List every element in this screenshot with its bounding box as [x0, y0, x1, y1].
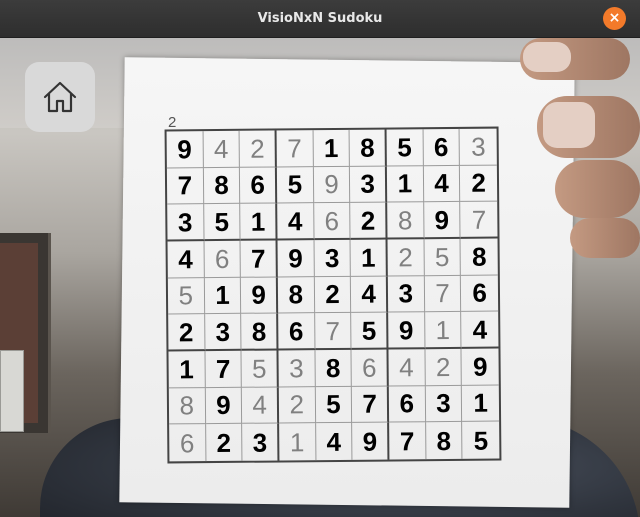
sudoku-cell: 9 [277, 240, 315, 278]
sudoku-cell: 6 [388, 385, 426, 423]
sudoku-cell: 1 [313, 129, 351, 167]
sudoku-cell: 4 [203, 130, 241, 168]
sudoku-cell: 4 [388, 349, 426, 387]
sudoku-cell: 1 [424, 312, 462, 350]
sudoku-cell: 2 [387, 239, 425, 277]
sudoku-cell: 5 [424, 238, 462, 276]
sudoku-cell: 5 [203, 204, 241, 242]
sudoku-cell: 5 [473, 425, 489, 456]
sudoku-cell: 7 [352, 386, 390, 424]
sudoku-cell: 2 [460, 165, 498, 203]
sudoku-grid: 9427185637865931423514628974679312585198… [164, 126, 502, 464]
background-appliance [0, 350, 24, 432]
sudoku-cell: 8 [387, 202, 425, 240]
sudoku-cell: 7 [424, 275, 462, 313]
sudoku-cell: 5 [241, 350, 279, 388]
sudoku-cell: 6 [278, 313, 316, 351]
sudoku-cell: 5 [167, 277, 205, 315]
sudoku-cell: 8 [241, 313, 279, 351]
sudoku-cell: 2 [205, 424, 243, 462]
sudoku-cell: 7 [240, 240, 278, 278]
sudoku-cell: 4 [167, 241, 205, 279]
sudoku-cell: 7 [166, 167, 204, 205]
sudoku-cell: 9 [461, 348, 499, 386]
sudoku-cell: 2 [278, 386, 316, 424]
sudoku-cell: 9 [423, 202, 461, 240]
sudoku-cell: 9 [205, 387, 243, 425]
sudoku-cell: 6 [423, 128, 461, 166]
sudoku-cell: 2 [314, 276, 352, 314]
sudoku-cell: 9 [313, 166, 351, 204]
sudoku-cell: 1 [386, 165, 424, 203]
sudoku-cell: 7 [460, 201, 498, 239]
sudoku-cell: 4 [242, 387, 280, 425]
sudoku-cell: 3 [204, 314, 242, 352]
sudoku-cell: 8 [277, 276, 315, 314]
sudoku-cell: 3 [387, 275, 425, 313]
camera-view: 2 94271856378659314235146289746793125851… [0, 38, 640, 517]
sudoku-cell: 8 [349, 129, 387, 167]
sudoku-cell: 3 [350, 166, 388, 204]
sudoku-cell: 3 [278, 350, 316, 388]
hand-holding-paper [515, 38, 640, 338]
sudoku-cell: 8 [168, 387, 206, 425]
sudoku-cell: 9 [166, 131, 204, 169]
sudoku-cell: 4 [461, 311, 499, 349]
sudoku-cell: 9 [352, 422, 390, 460]
sudoku-cell: 9 [388, 312, 426, 350]
sudoku-cell: 3 [242, 423, 280, 461]
sudoku-cell: 2 [239, 130, 277, 168]
sudoku-cell: 8 [460, 238, 498, 276]
sudoku-cell: 8 [315, 349, 353, 387]
sudoku-cell: 6 [169, 424, 207, 462]
sudoku-cell: 9 [241, 277, 279, 315]
sudoku-cell: 1 [462, 385, 500, 423]
home-button[interactable] [25, 62, 95, 132]
sudoku-cell: 2 [425, 348, 463, 386]
sudoku-cell: 1 [279, 423, 317, 461]
sudoku-cell: 7 [389, 422, 427, 460]
close-button[interactable]: × [603, 7, 626, 30]
sudoku-cell: 6 [204, 240, 242, 278]
sudoku-cell: 3 [314, 239, 352, 277]
sudoku-cell: 4 [351, 276, 389, 314]
sudoku-cell: 2 [350, 202, 388, 240]
sudoku-cell: 1 [240, 203, 278, 241]
sudoku-cell: 6 [461, 275, 499, 313]
sudoku-cell: 7 [314, 313, 352, 351]
sudoku-cell: 4 [423, 165, 461, 203]
sudoku-cell: 6 [351, 349, 389, 387]
sudoku-cell: 5 [386, 129, 424, 167]
sudoku-cell: 6 [240, 167, 278, 205]
sudoku-cell: 5 [276, 166, 314, 204]
sudoku-cell: 2 [168, 314, 206, 352]
sudoku-cell: 8 [203, 167, 241, 205]
sudoku-cell: 3 [425, 385, 463, 423]
sudoku-cell: 1 [168, 351, 206, 389]
sudoku-cell: 7 [276, 130, 314, 168]
sudoku-cell: 6 [313, 203, 351, 241]
sudoku-cell: 5 [315, 386, 353, 424]
sudoku-cell: 3 [459, 128, 497, 166]
window-title: VisioNxN Sudoku [257, 11, 383, 26]
home-icon [43, 81, 77, 113]
sudoku-cell: 4 [277, 203, 315, 241]
sudoku-cell: 4 [315, 423, 353, 461]
sudoku-cell: 5 [351, 312, 389, 350]
sudoku-cell: 7 [205, 350, 243, 388]
sudoku-cell: 3 [167, 204, 205, 242]
title-bar: VisioNxN Sudoku × [0, 0, 640, 38]
sudoku-cell: 8 [425, 422, 463, 460]
sudoku-cell: 1 [350, 239, 388, 277]
sudoku-cell: 1 [204, 277, 242, 315]
